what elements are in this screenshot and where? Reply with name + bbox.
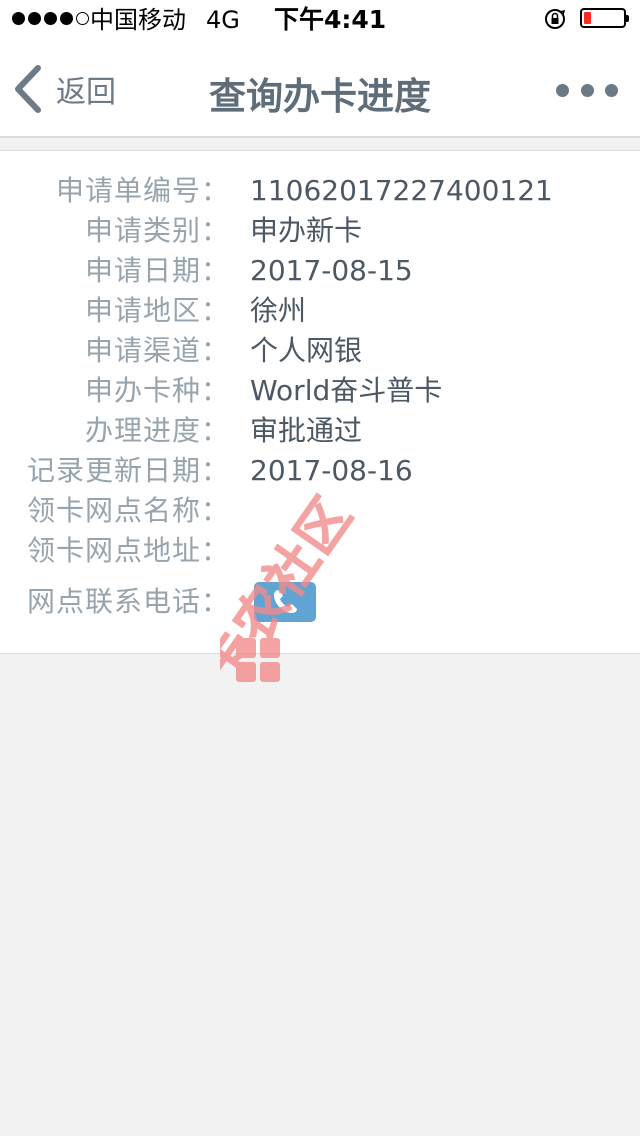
detail-row-application-region: 申请地区： 徐州 [0,291,640,331]
detail-row-branch-phone: 网点联系电话： [0,582,640,622]
detail-value: 11062017227400121 [250,174,553,207]
status-time: 下午4:41 [274,5,387,34]
page-title: 查询办卡进度 [209,75,431,118]
battery-icon [580,8,629,28]
detail-value: 申办新卡 [250,214,363,247]
detail-row-progress: 办理进度： 审批通过 [0,411,640,451]
detail-value: 个人网银 [250,334,363,367]
call-branch-button[interactable] [254,582,316,622]
battery-level-fill [584,12,591,24]
more-dot-icon [580,83,594,97]
detail-label: 申请日期： [84,254,230,287]
detail-label: 网点联系电话： [26,585,230,618]
detail-label: 办理进度： [84,414,230,447]
more-options-button[interactable] [556,80,618,100]
detail-value: 2017-08-16 [250,454,413,487]
detail-label: 申请类别： [84,214,230,247]
detail-label: 领卡网点名称： [26,494,230,527]
detail-row-application-date: 申请日期： 2017-08-15 [0,251,640,291]
detail-value: 徐州 [250,294,307,327]
detail-row-branch-address: 领卡网点地址： [0,531,640,571]
detail-row-branch-name: 领卡网点名称： [0,491,640,531]
detail-value: World奋斗普卡 [250,374,443,407]
more-dot-icon [556,83,569,97]
detail-value: 审批通过 [250,414,363,447]
carrier-name: 中国移动 [90,6,186,34]
detail-row-application-number: 申请单编号： 11062017227400121 [0,171,640,211]
detail-label: 记录更新日期： [26,454,230,487]
detail-label: 申请单编号： [55,174,230,207]
rotation-lock-icon [545,9,566,29]
screen: 中国移动 4G 下午4:41 返回 查询办卡进度 申请单编号： 11062017… [0,0,640,1136]
detail-row-application-type: 申请类别： 申办新卡 [0,211,640,251]
network-type: 4G [206,6,240,34]
signal-strength-icon [12,12,89,25]
detail-label: 申请地区： [84,294,230,327]
more-dot-icon [605,83,618,97]
detail-label: 申办卡种： [84,374,230,407]
detail-value: 2017-08-15 [250,254,413,287]
detail-row-card-type: 申办卡种： World奋斗普卡 [0,371,640,411]
detail-label: 领卡网点地址： [26,534,230,567]
detail-label: 申请渠道： [84,334,230,367]
application-details-card: 申请单编号： 11062017227400121 申请类别： 申办新卡 申请日期… [0,150,640,654]
detail-row-updated-date: 记录更新日期： 2017-08-16 [0,451,640,491]
status-bar: 中国移动 4G 下午4:41 [0,0,640,40]
phone-icon [274,590,297,613]
navigation-bar: 返回 查询办卡进度 [0,40,640,138]
detail-row-application-channel: 申请渠道： 个人网银 [0,331,640,371]
